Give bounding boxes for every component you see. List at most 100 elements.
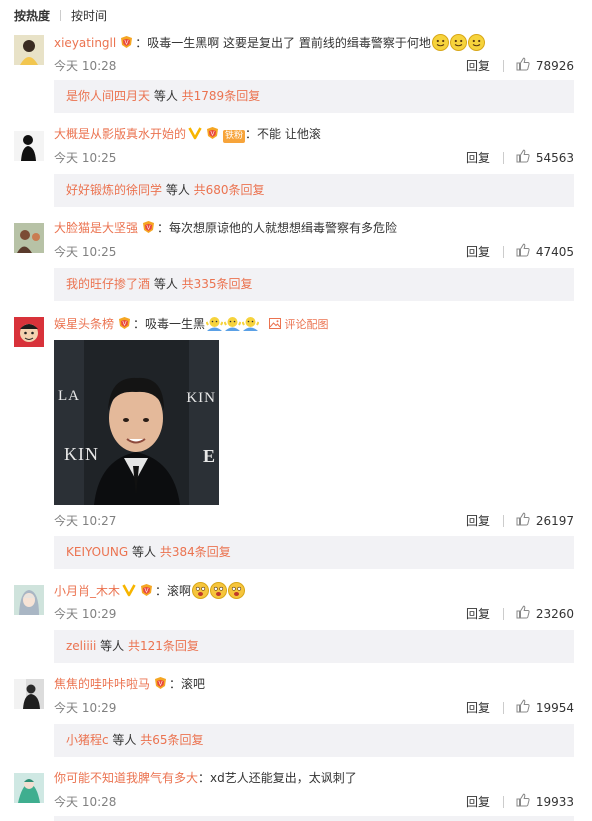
like-count: 26197 <box>535 513 574 528</box>
member-badge-icon: V <box>140 220 157 239</box>
verified-v-icon <box>122 583 136 602</box>
comment-text: 每次想原谅他的人就想想缉毒警察有多危险 <box>169 221 398 235</box>
photo-text-2: KIN <box>64 444 99 464</box>
thumbs-up-icon <box>516 793 530 810</box>
comment-username[interactable]: 你可能不知道我脾气有多大 <box>54 771 198 785</box>
like-count: 23260 <box>535 606 574 621</box>
avatar[interactable] <box>14 773 44 803</box>
comment-item: xieyatingll V ：吸毒一生黑啊 这要是复出了 置前线的缉毒警察于何地 今… <box>0 30 592 118</box>
thumbs-up-icon <box>516 243 530 260</box>
like-count: 54563 <box>535 150 574 165</box>
like-button[interactable]: 19933 <box>502 793 574 810</box>
comment-username[interactable]: xieyatingll <box>54 36 116 50</box>
reply-button[interactable]: 回复 <box>466 793 490 810</box>
comment-photo[interactable]: LA KIN KIN E <box>54 340 219 505</box>
sub-reply-user[interactable]: 小猪程c <box>66 733 109 747</box>
fan-badge: 铁粉 <box>223 130 246 143</box>
reply-button[interactable]: 回复 <box>466 605 490 622</box>
more-replies-link[interactable]: 共680条回复 <box>194 183 265 197</box>
member-badge-icon: V <box>118 35 135 54</box>
verified-v-icon <box>188 126 202 145</box>
comment-item: 娱星头条榜 V ：吸毒一生黑 评论配图 LA KIN KIN E 今天 10:2… <box>0 312 592 574</box>
comment-time: 今天 10:25 <box>54 151 117 165</box>
comment-image-link[interactable]: 评论配图 <box>269 318 329 331</box>
comment-username[interactable]: 娱星头条榜 <box>54 317 114 331</box>
comment-time: 今天 10:29 <box>54 607 117 621</box>
photo-text-1: LA <box>58 388 80 404</box>
comment-item: 小月肖_木木 V ：滚啊 今天 10:29 回复 23260 zeliiii 等人 … <box>0 580 592 668</box>
like-button[interactable]: 78926 <box>502 57 574 74</box>
comment-username[interactable]: 大脸猫是大坚强 <box>54 221 138 235</box>
comment-username[interactable]: 大概是从影版真水开始的 <box>54 127 186 141</box>
reply-button[interactable]: 回复 <box>466 699 490 716</box>
member-badge-icon: V <box>116 316 133 335</box>
member-badge-icon: V <box>204 126 221 145</box>
sub-replies-box: 小猪程c 等人 共65条回复 <box>54 724 574 757</box>
comment-item: 大概是从影版真水开始的 V 铁粉 ：不能 让他滚 今天 10:25 回复 54563 … <box>0 124 592 212</box>
like-count: 19933 <box>535 794 574 809</box>
svg-text:V: V <box>211 132 215 138</box>
reply-button[interactable]: 回复 <box>466 512 490 529</box>
avatar[interactable] <box>14 131 44 161</box>
sub-reply-user[interactable]: KEIYOUNG <box>66 545 128 559</box>
comment-username[interactable]: 焦焦的哇咔咔啦马 <box>54 677 150 691</box>
comment-text: 滚啊 <box>167 584 192 598</box>
comment-time: 今天 10:28 <box>54 795 117 809</box>
comment-time: 今天 10:28 <box>54 59 117 73</box>
photo-text-3: KIN <box>186 390 216 406</box>
smile-emoji-icon <box>431 34 485 51</box>
avatar[interactable] <box>14 317 44 347</box>
more-replies-link[interactable]: 共65条回复 <box>140 733 203 747</box>
like-count: 19954 <box>535 700 574 715</box>
sub-replies-box: KEIYOUNG 等人 共384条回复 <box>54 536 574 569</box>
svg-text:V: V <box>159 682 163 688</box>
comment-item: 你可能不知道我脾气有多大：xd艺人还能复出，太讽刺了 今天 10:28 回复 1… <box>0 768 592 821</box>
like-count: 78926 <box>535 58 574 73</box>
comment-text: 吸毒一生黑 <box>145 317 206 331</box>
like-button[interactable]: 23260 <box>502 605 574 622</box>
sort-by-time[interactable]: 按时间 <box>71 7 107 24</box>
comment-time: 今天 10:27 <box>54 514 117 528</box>
sub-replies-box: zeliiii 等人 共121条回复 <box>54 630 574 663</box>
sub-replies-box: 是你人间四月天 等人 共1789条回复 <box>54 80 574 113</box>
thumbs-up-icon <box>516 699 530 716</box>
like-count: 47405 <box>535 244 574 259</box>
sort-divider <box>60 9 62 21</box>
reply-button[interactable]: 回复 <box>466 149 490 166</box>
shrug-emoji-icon <box>205 317 260 331</box>
avatar[interactable] <box>14 223 44 253</box>
more-replies-link[interactable]: 共121条回复 <box>128 639 199 653</box>
avatar[interactable] <box>14 35 44 65</box>
more-replies-link[interactable]: 共1789条回复 <box>182 89 261 103</box>
svg-text:V: V <box>123 322 127 328</box>
reply-button[interactable]: 回复 <box>466 243 490 260</box>
comment-text: 不能 让他滚 <box>257 127 321 141</box>
reply-button[interactable]: 回复 <box>466 57 490 74</box>
comment-time: 今天 10:25 <box>54 245 117 259</box>
sub-reply-user[interactable]: 我的旺仔掺了酒 <box>66 277 150 291</box>
svg-text:V: V <box>125 41 129 47</box>
more-replies-link[interactable]: 共384条回复 <box>160 545 231 559</box>
sub-reply-user[interactable]: 好好锻炼的徐同学 <box>66 183 162 197</box>
avatar[interactable] <box>14 585 44 615</box>
member-badge-icon: V <box>138 583 155 602</box>
sort-bar: 按热度 按时间 <box>14 7 107 23</box>
like-button[interactable]: 47405 <box>502 243 574 260</box>
comment-text: xd艺人还能复出，太讽刺了 <box>210 771 357 785</box>
comment-item: 大脸猫是大坚强 V ：每次想原谅他的人就想想缉毒警察有多危险 今天 10:25 回复… <box>0 218 592 306</box>
avatar[interactable] <box>14 679 44 709</box>
sub-reply-user[interactable]: zeliiii <box>66 639 96 653</box>
comment-username[interactable]: 小月肖_木木 <box>54 584 120 598</box>
comment-text: 吸毒一生黑啊 这要是复出了 置前线的缉毒警察于何地 <box>147 36 431 50</box>
like-button[interactable]: 54563 <box>502 149 574 166</box>
sort-by-hot[interactable]: 按热度 <box>14 7 50 24</box>
like-button[interactable]: 26197 <box>502 512 574 529</box>
sub-reply-user[interactable]: 是你人间四月天 <box>66 89 150 103</box>
svg-text:V: V <box>147 226 151 232</box>
like-button[interactable]: 19954 <box>502 699 574 716</box>
more-replies-link[interactable]: 共335条回复 <box>182 277 253 291</box>
svg-text:V: V <box>145 589 149 595</box>
photo-text-4: E <box>202 446 215 466</box>
sub-replies-box <box>54 816 574 821</box>
sub-replies-box: 好好锻炼的徐同学 等人 共680条回复 <box>54 174 574 207</box>
